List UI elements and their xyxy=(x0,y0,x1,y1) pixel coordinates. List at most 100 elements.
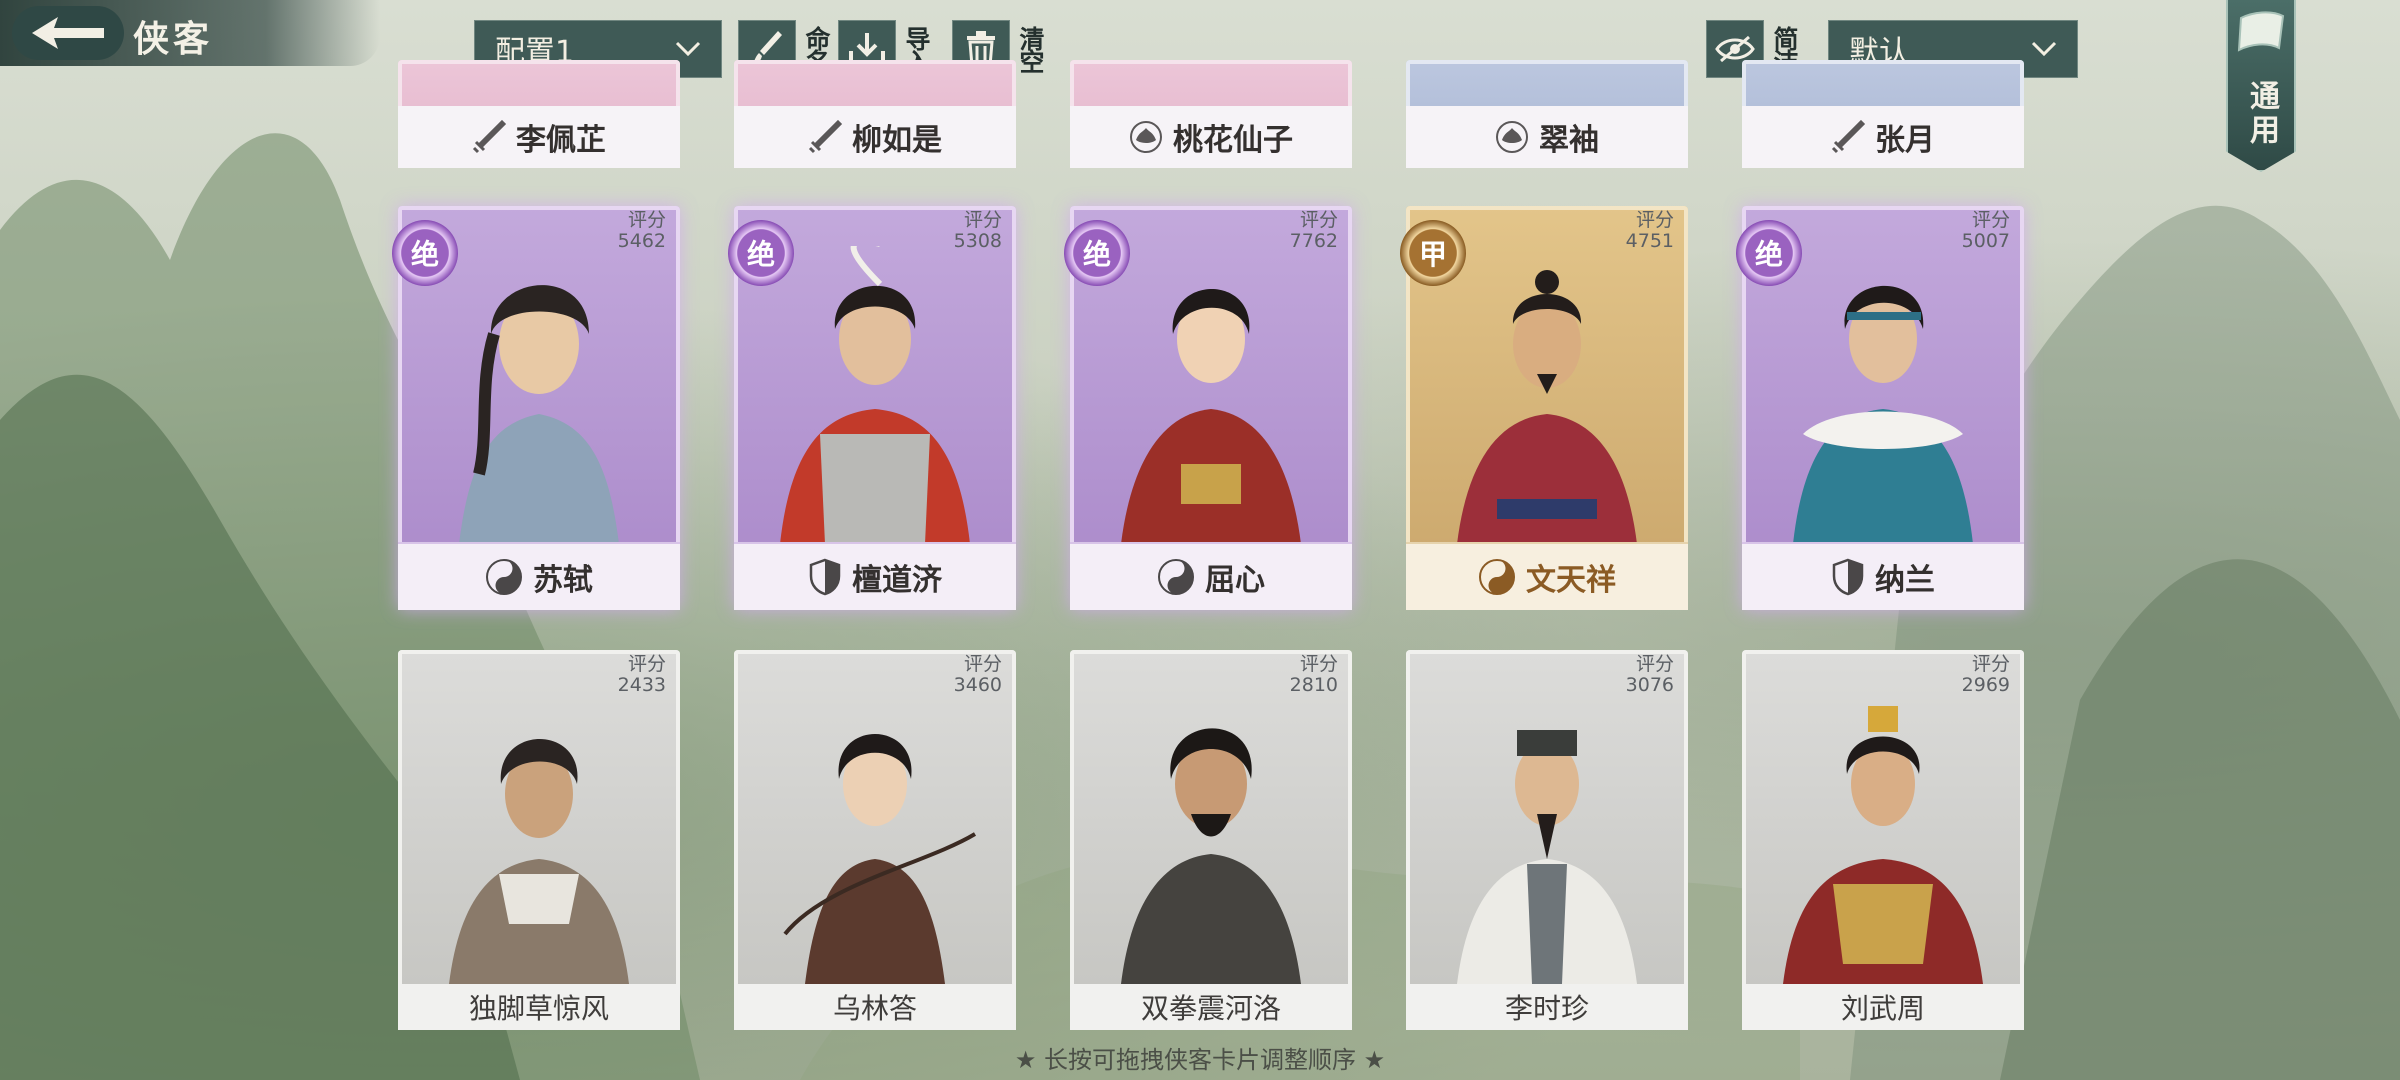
card-name-plate: 屈心 xyxy=(1070,542,1352,610)
score-value: 5308 xyxy=(953,230,1002,252)
card-name-plate: 刘武周 xyxy=(1742,984,2024,1030)
score-value: 3460 xyxy=(953,674,1002,696)
general-tab[interactable]: 通用 xyxy=(2226,0,2296,172)
hero-card[interactable]: 评分 5308 绝 檀道济 xyxy=(728,206,1016,610)
shield-icon xyxy=(809,558,841,596)
score-label: 评分 xyxy=(1635,653,1674,675)
score-display: 评分 5462 xyxy=(618,210,666,252)
hero-card[interactable]: 评分 3460 乌林答 xyxy=(734,650,1016,1030)
sword-icon xyxy=(1831,120,1865,154)
hero-card[interactable]: 评分 7762 绝 屈心 xyxy=(1064,206,1352,610)
hero-card[interactable]: 张月 xyxy=(1742,60,2024,168)
score-display: 评分 5308 xyxy=(954,210,1002,252)
score-value: 4751 xyxy=(1625,230,1674,252)
scroll-icon xyxy=(2237,11,2285,52)
hero-portrait xyxy=(1752,246,2014,544)
card-name: 桃花仙子 xyxy=(1173,123,1293,158)
hero-portrait xyxy=(1416,246,1678,544)
card-name: 文天祥 xyxy=(1526,563,1616,598)
drag-hint: ★ 长按可拖拽侠客卡片调整顺序 ★ xyxy=(1014,1046,1386,1074)
score-value: 2810 xyxy=(1289,674,1338,696)
score-value: 5007 xyxy=(1961,230,2010,252)
back-arrow-icon xyxy=(32,17,104,49)
score-display: 评分 2810 xyxy=(1290,654,1338,696)
clear-label: 清空 xyxy=(1016,26,1045,72)
hero-portrait xyxy=(408,246,670,544)
score-value: 2433 xyxy=(617,674,666,696)
chevron-down-icon xyxy=(2031,41,2057,57)
card-name-plate: 李时珍 xyxy=(1406,984,1688,1030)
card-name-plate: 乌林答 xyxy=(734,984,1016,1030)
hero-card[interactable]: 评分 2810 双拳震河洛 xyxy=(1070,650,1352,1030)
score-display: 评分 7762 xyxy=(1290,210,1338,252)
score-display: 评分 3460 xyxy=(954,654,1002,696)
hero-portrait xyxy=(744,680,1006,984)
card-name-plate: 苏轼 xyxy=(398,542,680,610)
lotus-icon xyxy=(1130,121,1162,153)
hero-card[interactable]: 评分 2969 刘武周 xyxy=(1742,650,2024,1030)
score-display: 评分 4751 xyxy=(1626,210,1674,252)
score-display: 评分 2433 xyxy=(618,654,666,696)
chevron-down-icon xyxy=(675,41,701,57)
score-label: 评分 xyxy=(1971,653,2010,675)
card-name: 柳如是 xyxy=(852,123,942,158)
hero-portrait xyxy=(1416,680,1678,984)
score-display: 评分 3076 xyxy=(1626,654,1674,696)
score-value: 7762 xyxy=(1289,230,1338,252)
score-label: 评分 xyxy=(1971,209,2010,231)
card-name-plate: 独脚草惊风 xyxy=(398,984,680,1030)
rank-badge: 甲 xyxy=(1400,220,1466,286)
score-label: 评分 xyxy=(963,653,1002,675)
rank-badge: 绝 xyxy=(728,220,794,286)
card-name: 双拳震河洛 xyxy=(1140,992,1281,1025)
card-name: 纳兰 xyxy=(1875,563,1935,598)
general-tab-label: 通用 xyxy=(2244,80,2279,148)
back-button[interactable] xyxy=(12,6,124,60)
card-name: 屈心 xyxy=(1205,563,1265,598)
page-title: 侠客 xyxy=(133,19,214,60)
card-name-plate: 张月 xyxy=(1742,106,2024,168)
card-name-plate: 柳如是 xyxy=(734,106,1016,168)
card-name-plate: 李佩芷 xyxy=(398,106,680,168)
hero-portrait xyxy=(744,246,1006,544)
hero-card[interactable]: 桃花仙子 xyxy=(1070,60,1352,168)
hero-portrait xyxy=(408,680,670,984)
hero-portrait xyxy=(1080,680,1342,984)
card-name: 檀道济 xyxy=(852,563,942,598)
sword-icon xyxy=(472,120,506,154)
score-display: 评分 5007 xyxy=(1962,210,2010,252)
hero-card[interactable]: 评分 3076 李时珍 xyxy=(1406,650,1688,1030)
hero-portrait xyxy=(1080,246,1342,544)
card-name: 独脚草惊风 xyxy=(468,992,609,1025)
score-value: 3076 xyxy=(1625,674,1674,696)
score-label: 评分 xyxy=(627,209,666,231)
hero-card[interactable]: 柳如是 xyxy=(734,60,1016,168)
hero-card[interactable]: 李佩芷 xyxy=(398,60,680,168)
hero-card[interactable]: 评分 2433 独脚草惊风 xyxy=(398,650,680,1030)
hero-card[interactable]: 翠袖 xyxy=(1406,60,1688,168)
card-name: 张月 xyxy=(1875,123,1935,158)
card-name-plate: 檀道济 xyxy=(734,542,1016,610)
card-name: 李时珍 xyxy=(1504,992,1589,1025)
score-value: 2969 xyxy=(1961,674,2010,696)
card-name-plate: 文天祥 xyxy=(1406,542,1688,610)
hero-card[interactable]: 评分 5007 绝 纳兰 xyxy=(1736,206,2024,610)
rank-badge: 绝 xyxy=(392,220,458,286)
hero-portrait xyxy=(1752,680,2014,984)
card-name: 苏轼 xyxy=(533,563,593,598)
hero-card[interactable]: 评分 5462 绝 苏轼 xyxy=(392,206,680,610)
hero-card[interactable]: 评分 4751 甲 文天祥 xyxy=(1400,206,1688,610)
yinyang-icon xyxy=(486,559,522,595)
card-name: 翠袖 xyxy=(1539,123,1599,158)
card-name-plate: 桃花仙子 xyxy=(1070,106,1352,168)
score-label: 评分 xyxy=(963,209,1002,231)
yinyang-icon xyxy=(1479,559,1515,595)
card-name: 李佩芷 xyxy=(516,123,606,158)
shield-icon xyxy=(1832,558,1864,596)
score-label: 评分 xyxy=(1299,209,1338,231)
yinyang-icon xyxy=(1158,559,1194,595)
sword-icon xyxy=(808,120,842,154)
lotus-icon xyxy=(1496,121,1528,153)
card-name-plate: 翠袖 xyxy=(1406,106,1688,168)
card-name-plate: 双拳震河洛 xyxy=(1070,984,1352,1030)
